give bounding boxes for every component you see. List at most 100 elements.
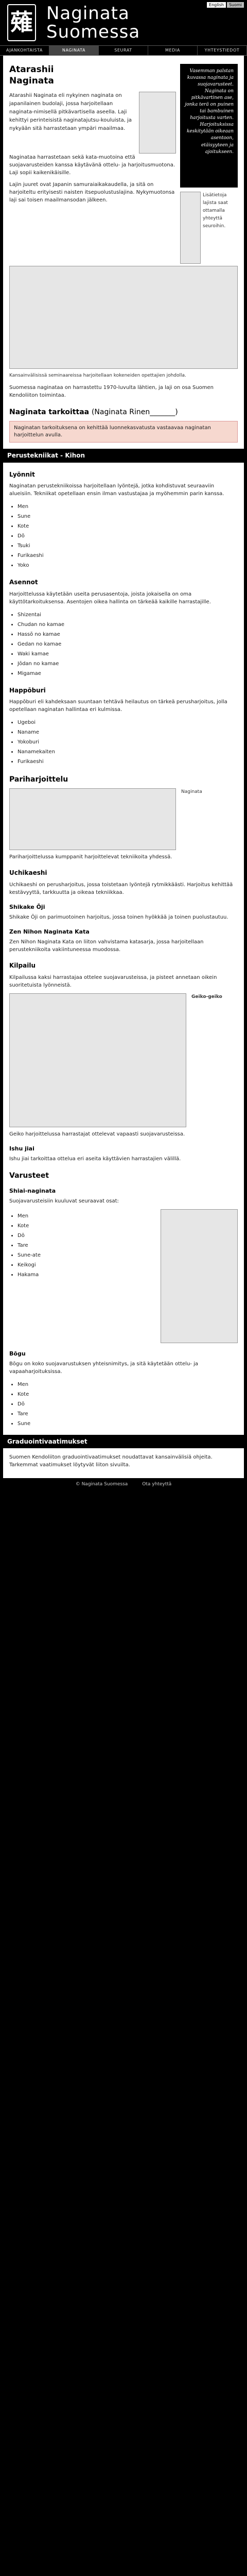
strikes-heading: Lyönnit [9, 470, 35, 478]
sidebar-caption: Lisätietoja lajista saat ottamalla yhtey… [203, 193, 228, 229]
site-title[interactable]: Naginata Suomessa [46, 4, 140, 41]
list-item: Tsuki [17, 541, 238, 551]
list-item: Kote [17, 1389, 238, 1399]
list-item: Kote [17, 1221, 155, 1231]
site-title-line1: Naginata [46, 3, 130, 24]
nav-item-media[interactable]: Media [148, 46, 198, 55]
list-item: Gedan no kamae [17, 639, 238, 649]
strikes-intro: Naginatan perustekniikoissa harjoitellaa… [9, 483, 224, 497]
language-switcher: English Suomi [207, 2, 244, 8]
list-item: Men [17, 1211, 155, 1221]
bogu-heading: Bōgu [9, 1350, 26, 1357]
shiai-heading: Kilpailu [9, 962, 36, 970]
list-item: Dō [17, 1399, 238, 1409]
equipment-subheading: Shiai-naginata [9, 1187, 56, 1194]
list-item: Chudan no kamae [17, 620, 238, 630]
list-item: Naname [17, 727, 238, 737]
grading-text: Suomen Kendoliiton graduointivaatimukset… [9, 1454, 213, 1468]
list-item: Keikogi [17, 1260, 155, 1270]
equipment-heading: Varusteet [9, 1171, 49, 1180]
geiko-label-box: Geiko-geiko [191, 993, 238, 1127]
site-title-line2: Suomessa [46, 22, 140, 42]
history-paragraph: Lajin juuret ovat Japanin samuraiaikakau… [9, 182, 175, 203]
equipment-row: Men Kote Dō Tare Sune-ate Keikogi Hakama [9, 1209, 238, 1343]
pair-practice-heading: Pariharjoittelu [9, 775, 68, 784]
list-item: Nanamekaiten [17, 747, 238, 757]
intro-sidebar: Vasemman palstan kuvassa naginata ja suo… [180, 64, 238, 264]
nav-item-naginata[interactable]: Naginata [49, 46, 99, 55]
list-item: Waki kamae [17, 649, 238, 659]
lang-english-link[interactable]: English [207, 2, 226, 8]
list-item: Jōdan no kamae [17, 659, 238, 669]
main-content: Atarashii Naginata Atarashii Naginata el… [3, 56, 244, 1479]
lead-paragraph: Atarashii Naginata eli nykyinen naginata… [9, 93, 132, 131]
list-item: Dō [17, 531, 238, 541]
ishu-jiai-text: Ishu jiai tarkoittaa ottelua eri aseita … [9, 1156, 181, 1162]
equipment-illustration [161, 1209, 238, 1343]
ishu-jiai-heading: Ishu jiai [9, 1145, 34, 1152]
pair-practice-image [9, 788, 176, 851]
footwork-list: Ugeboi Naname Yokoburi Nanamekaiten Furi… [17, 718, 238, 767]
list-item: Dō [17, 1231, 155, 1241]
site-logo[interactable]: 薙 [7, 4, 36, 41]
geiko-image-label: Geiko-geiko [191, 994, 222, 999]
page: 薙 Naginata Suomessa English Suomi Ajanko… [0, 0, 247, 1491]
equipment-list: Men Kote Dō Tare Sune-ate Keikogi Hakama [17, 1211, 155, 1339]
list-item: Kote [17, 521, 238, 531]
footer-contact-link[interactable]: Ota yhteyttä [142, 1478, 171, 1490]
list-item: Furikaeshi [17, 757, 238, 767]
pair-practice-image-label: Naginata [181, 789, 202, 795]
nav-item-yhteystiedot[interactable]: Yhteystiedot [198, 46, 247, 55]
stances-intro: Harjoittelussa käytetään useita perusase… [9, 591, 211, 605]
shikake-heading: Shikake Ōji [9, 903, 45, 910]
nav-item-seurat[interactable]: Seurat [99, 46, 148, 55]
sidebar-figure: Lisätietoja lajista saat ottamalla yhtey… [180, 192, 238, 264]
terms-heading: Naginata tarkoittaa (Naginata Rinen_____… [9, 408, 178, 416]
list-item: Tare [17, 1409, 238, 1419]
lang-suomi-link[interactable]: Suomi [226, 2, 244, 8]
uchikaeshi-heading: Uchikaeshi [9, 869, 47, 877]
list-item: Shizentai [17, 610, 238, 620]
pair-practice-figure: Naginata [9, 788, 238, 851]
logo-glyph: 薙 [10, 9, 33, 36]
list-item: Yokoburi [17, 737, 238, 747]
list-item: Yoko [17, 561, 238, 570]
footer-copyright: © Naginata Suomessa [75, 1482, 128, 1487]
naginata-practitioner-image [139, 92, 176, 154]
zen-kata-text: Zen Nihon Naginata Kata on liiton vahvis… [9, 939, 204, 953]
shiai-text: Kilpailussa kaksi harrastajaa ottelee su… [9, 974, 217, 988]
geiko-figure: Geiko-geiko [9, 993, 238, 1127]
grading-section-bar: Graduointivaatimukset [3, 1434, 244, 1449]
stances-heading: Asennot [9, 579, 38, 586]
footwork-intro: Happōburi eli kahdeksaan suuntaan tehtäv… [9, 699, 227, 713]
naginata-weapon-image [180, 192, 201, 264]
shikake-text: Shikake Ōji on parimuotoinen harjoitus, … [9, 914, 228, 921]
list-item: Furikaeshi [17, 551, 238, 561]
bogu-list: Men Kote Dō Tare Sune [17, 1380, 238, 1429]
list-item: Men [17, 1380, 238, 1389]
geiko-text: Geiko harjoittelussa harrastajat ottelev… [9, 1131, 185, 1137]
seminar-photo [9, 266, 238, 369]
main-nav: Ajankohtaista Naginata Seurat Media Yhte… [0, 45, 247, 56]
list-item: Ugeboi [17, 718, 238, 727]
list-item: Sune [17, 1419, 238, 1429]
terms-notice: Naginatan tarkoituksena on kehittää luon… [9, 421, 238, 443]
geiko-image [9, 993, 186, 1127]
basics-section-bar: Perustekniikat - Kihon [3, 449, 244, 463]
list-item: Migamae [17, 669, 238, 679]
list-item: Hakama [17, 1270, 155, 1280]
sidebar-quote: Vasemman palstan kuvassa naginata ja suo… [180, 64, 238, 188]
list-item: Hassō no kamae [17, 630, 238, 639]
intro-main: Atarashii Naginata Atarashii Naginata el… [9, 64, 180, 264]
nav-item-ajankohtaista[interactable]: Ajankohtaista [0, 46, 49, 55]
footwork-heading: Happōburi [9, 686, 46, 694]
stances-list: Shizentai Chudan no kamae Hassō no kamae… [17, 610, 238, 679]
bogu-text: Bōgu on koko suojavarustuksen yhteisnimi… [9, 1361, 198, 1375]
lead-paragraph-2: Naginataa harrastetaan sekä kata-muotoin… [9, 155, 175, 176]
list-item: Sune-ate [17, 1250, 155, 1260]
zen-kata-heading: Zen Nihon Naginata Kata [9, 928, 90, 936]
pair-practice-label-box: Naginata [181, 788, 238, 850]
equipment-intro: Suojavarusteisiin kuuluvat seuraavat osa… [9, 1198, 119, 1204]
site-header: 薙 Naginata Suomessa English Suomi [0, 0, 247, 45]
intro-section: Atarashii Naginata Atarashii Naginata el… [9, 56, 238, 264]
